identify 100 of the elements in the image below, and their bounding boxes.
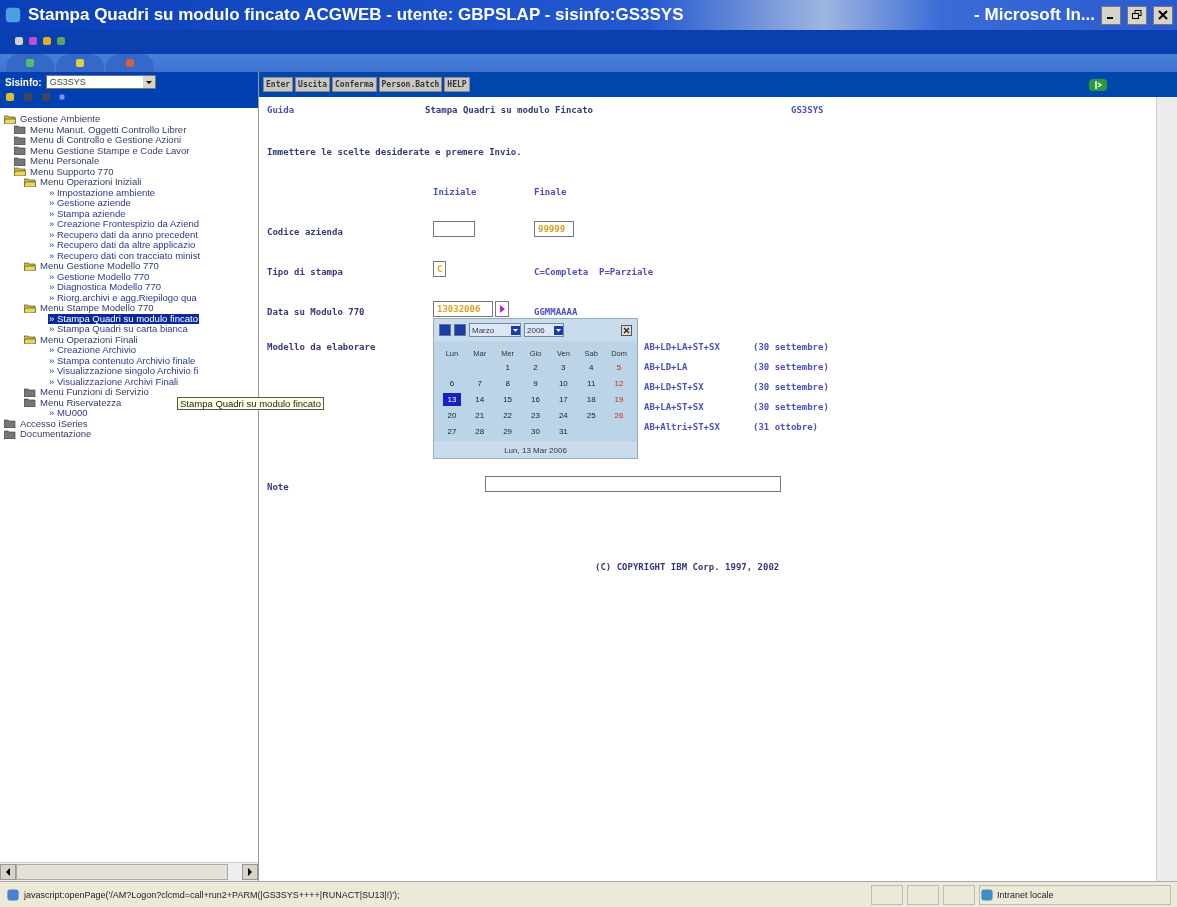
calendar-day[interactable]: 23 [526,409,545,422]
status-pane [907,884,939,905]
tree-item[interactable]: » Stampa Quadri su modulo fincato [48,313,199,324]
calendar-day[interactable]: 22 [498,409,517,422]
restore-button[interactable] [1127,5,1147,25]
close-icon[interactable] [621,324,632,336]
model-code: AB+Altri+ST+SX [644,422,720,432]
calendar-day[interactable]: 20 [442,409,461,422]
scroll-right-button[interactable] [242,864,258,880]
calendar-day[interactable]: 21 [470,409,489,422]
open-folder-icon [4,114,16,124]
calendar-day[interactable]: 10 [554,377,573,390]
zone-label: Intranet locale [997,889,1054,900]
tree-item[interactable]: Menu Operazioni Finali [39,334,139,345]
tree-item[interactable]: » Creazione Archivio [48,345,138,356]
tree-item[interactable]: Menu Gestione Modello 770 [39,261,160,272]
tree-tab[interactable] [6,54,54,72]
input-field[interactable] [433,221,475,237]
calendar-day[interactable]: 19 [610,393,629,406]
tree-item[interactable]: Documentazione [19,429,93,440]
note-field[interactable] [485,476,781,492]
calendar-day[interactable]: 26 [610,409,629,422]
toolbar-button[interactable]: Person.Batch [378,77,443,92]
calendar-toggle-icon[interactable] [495,301,509,317]
calendar-day[interactable]: 16 [526,393,545,406]
calendar-day[interactable]: 25 [582,409,601,422]
tree-item[interactable]: Menu Riservatezza [39,397,123,408]
guide-link[interactable]: Guida [267,105,295,115]
tree-item[interactable]: » Diagnostica Modello 770 [48,282,162,293]
tree-item[interactable]: » Impostazione ambiente [48,187,157,198]
tree-item[interactable]: » Stampa contenuto Archivio finale [48,355,197,366]
tree-item[interactable]: » Recupero dati da anno precedent [48,229,199,240]
calendar-day[interactable]: 7 [470,377,489,390]
toolbar-button[interactable]: Enter [263,77,294,92]
calendar-day[interactable]: 14 [470,393,489,406]
dropdown-arrow-icon [511,325,520,335]
field-label: Tipo di stampa [267,267,343,277]
tree-item[interactable]: Menu Stampe Modello 770 [39,303,155,314]
sisinfo-select[interactable]: GS3SYS [45,75,156,89]
close-button[interactable] [1153,5,1173,25]
calendar-day[interactable]: 11 [582,377,601,390]
tree-item[interactable]: Menu Personale [29,156,101,167]
grid-tab[interactable] [56,54,104,72]
tree-item[interactable]: » Visualizzazione Archivi Finali [48,376,180,387]
tree-item[interactable]: » Visualizzazione singolo Archivio fi [48,366,200,377]
tree-item[interactable]: Menu Funzioni di Servizio [39,387,150,398]
calendar-day[interactable]: 2 [526,361,545,374]
scroll-left-button[interactable] [0,864,16,880]
tree-item[interactable]: » Riorg.archivi e agg.Riepilogo qua [48,292,198,303]
tree-item[interactable]: Menu Gestione Stampe e Code Lavor [29,145,191,156]
exit-icon[interactable] [1089,78,1107,91]
status-url: javascript:openPage('/AM?Logon?clcmd=call+run2+PARM(|GS3SYS++++|RUNACT|SU13|!)'); [24,889,400,900]
minimize-button[interactable] [1101,5,1121,25]
tree-item[interactable]: Accesso iSeries [19,418,89,429]
toolbar-button[interactable]: Uscita [295,77,330,92]
model-code: AB+LD+LA+ST+SX [644,342,720,352]
open-folder-icon [24,177,36,187]
calendar-day[interactable]: 6 [442,377,461,390]
tree-item[interactable]: » Recupero dati con tracciato minist [48,250,202,261]
scroll-thumb[interactable] [16,864,228,880]
tree-item[interactable]: » Recupero dati da altre applicazio [48,240,197,251]
calendar-day[interactable]: 9 [526,377,545,390]
calendar-day[interactable]: 18 [582,393,601,406]
calendar-day[interactable]: 29 [498,425,517,438]
open-folder-icon [14,167,26,177]
month-select[interactable]: Marzo [469,323,521,337]
tree-item[interactable]: » Stampa Quadri su carta bianca [48,324,189,335]
tree-item[interactable]: Gestione Ambiente [19,114,102,125]
model-code: AB+LA+ST+SX [644,402,704,412]
calendar-day[interactable]: 8 [498,377,517,390]
model-deadline: (30 settembre) [753,342,829,352]
calendar-day[interactable]: 13 [442,393,461,406]
close-icon [1158,10,1168,20]
vertical-scrollbar[interactable] [1156,97,1177,881]
tree-item[interactable]: Menu Operazioni Iniziali [39,177,143,188]
tree-item[interactable]: » Stampa aziende [48,208,127,219]
calendar-day[interactable]: 24 [554,409,573,422]
app-name: - Microsoft In... [974,5,1095,25]
tree-item[interactable]: Menu Manut. Oggetti Controllo Librer [29,124,188,135]
calendar-day[interactable]: 12 [610,377,629,390]
tree-item[interactable]: » Gestione aziende [48,198,132,209]
calendar-day[interactable]: 28 [470,425,489,438]
toolbar-button[interactable]: Conferma [332,77,377,92]
calendar-day[interactable]: 5 [610,361,629,374]
model-deadline: (30 settembre) [753,382,829,392]
calendar-day[interactable]: 4 [582,361,601,374]
tree-item[interactable]: Menu di Controllo e Gestione Azioni [29,135,183,146]
calendar-day[interactable]: 3 [554,361,573,374]
year-select[interactable]: 2006 [524,323,564,337]
calendar-day[interactable]: 17 [554,393,573,406]
calendar-day[interactable]: 15 [498,393,517,406]
tree-item[interactable]: » Creazione Frontespizio da Aziend [48,219,200,230]
calendar-day[interactable]: 27 [442,425,461,438]
tree-item[interactable]: » MU000 [48,408,89,419]
toolbar-button[interactable]: HELP [444,77,470,92]
tree-item[interactable]: Menu Supporto 770 [29,166,115,177]
calendar-day[interactable]: 31 [554,425,573,438]
tree-item[interactable]: » Gestione Modello 770 [48,271,151,282]
calendar-day[interactable]: 30 [526,425,545,438]
calendar-day[interactable]: 1 [498,361,517,374]
